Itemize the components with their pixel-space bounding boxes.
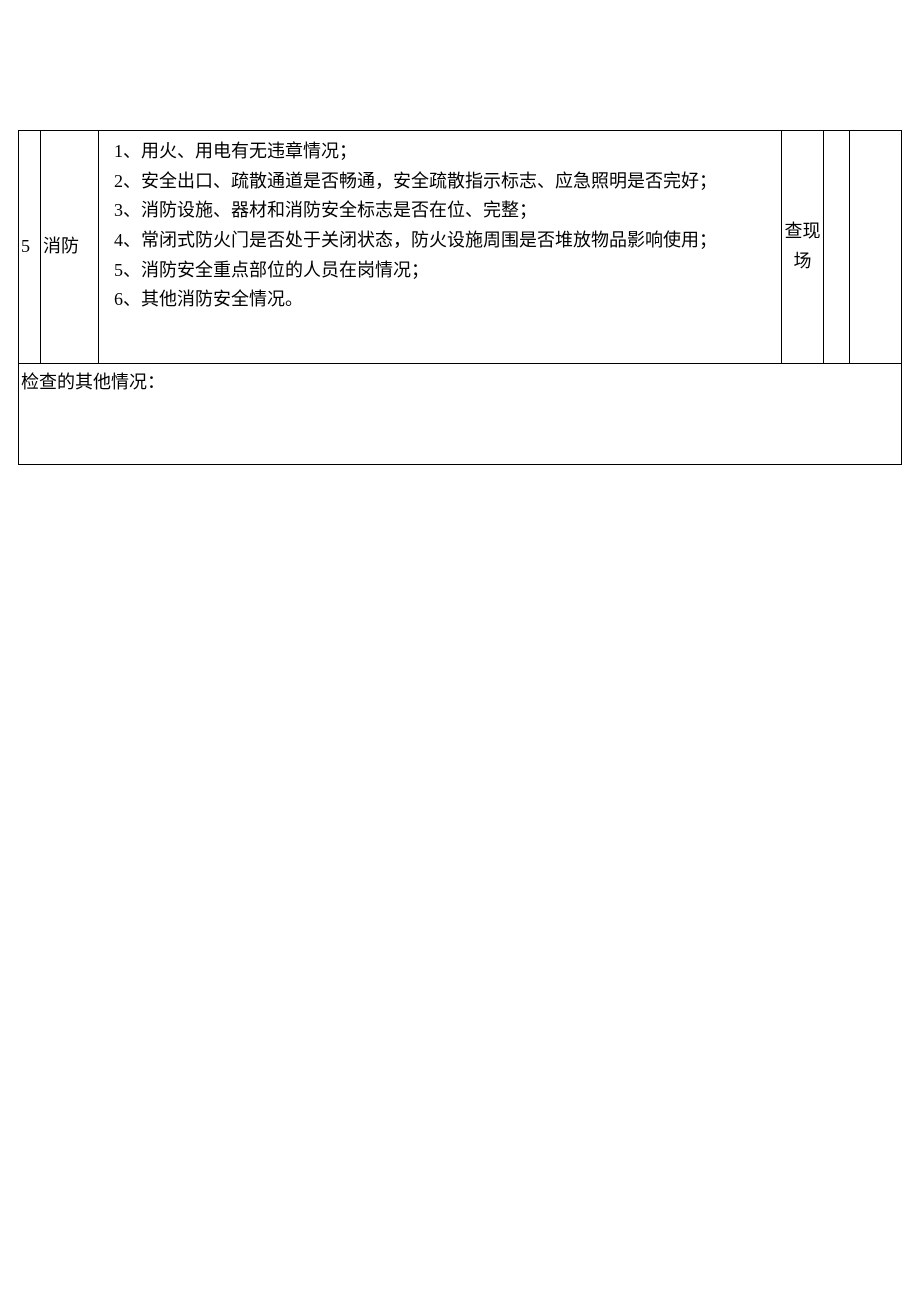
row-number: 5 (21, 236, 30, 256)
content-item: 3、消防设施、器材和消防安全标志是否在位、完整； (105, 196, 775, 226)
other-situation-label: 检查的其他情况： (21, 372, 165, 392)
category-label: 消防 (43, 236, 79, 256)
content-item: 4、常闭式防火门是否处于关闭状态，防火设施周围是否堆放物品影响使用； (105, 226, 775, 256)
method-cell: 查现场 (782, 131, 824, 364)
blank-cell (824, 131, 850, 364)
other-situation-cell: 检查的其他情况： (19, 364, 902, 465)
content-item: 2、安全出口、疏散通道是否畅通，安全疏散指示标志、应急照明是否完好； (105, 167, 775, 197)
content-item: 5、消防安全重点部位的人员在岗情况； (105, 256, 775, 286)
other-situation-row: 检查的其他情况： (19, 364, 902, 465)
method-label: 查现场 (785, 221, 821, 271)
row-number-cell: 5 (19, 131, 41, 364)
inspection-table: 5 消防 1、用火、用电有无违章情况； 2、安全出口、疏散通道是否畅通，安全疏散… (18, 130, 902, 465)
table-row: 5 消防 1、用火、用电有无违章情况； 2、安全出口、疏散通道是否畅通，安全疏散… (19, 131, 902, 364)
content-item: 1、用火、用电有无违章情况； (105, 137, 775, 167)
content-item: 6、其他消防安全情况。 (105, 285, 775, 315)
blank-cell (850, 131, 902, 364)
category-cell: 消防 (41, 131, 99, 364)
content-cell: 1、用火、用电有无违章情况； 2、安全出口、疏散通道是否畅通，安全疏散指示标志、… (99, 131, 782, 364)
